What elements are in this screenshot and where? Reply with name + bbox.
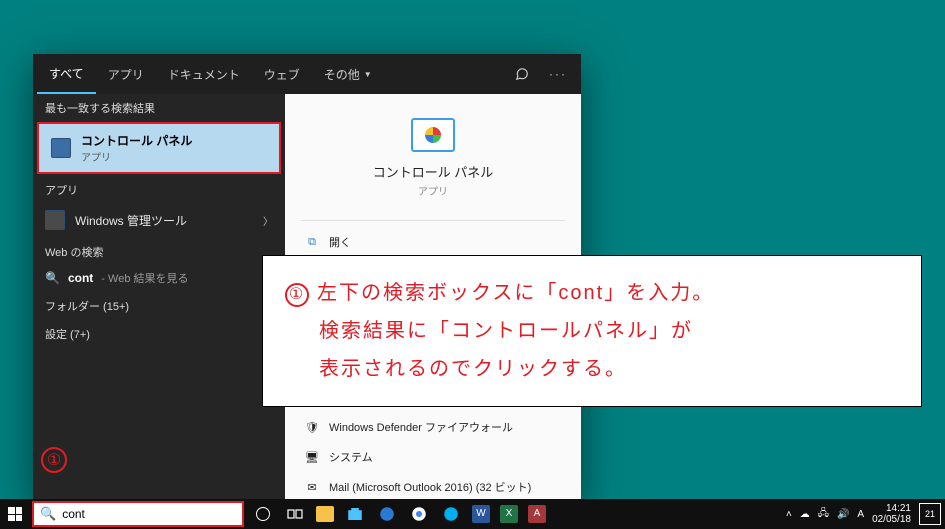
- app-result-admin-tools[interactable]: Windows 管理ツール 〉: [33, 202, 285, 238]
- tray-chevron-icon[interactable]: ˄: [786, 509, 792, 520]
- clock-date: 02/05/18: [872, 514, 911, 525]
- result-hero: コントロール パネル アプリ: [285, 94, 581, 214]
- tab-all[interactable]: すべて: [37, 54, 96, 94]
- open-icon: ⧉: [305, 235, 319, 249]
- web-section-label: Web の検索: [33, 238, 285, 264]
- open-action[interactable]: ⧉ 開く: [285, 227, 581, 257]
- divider: [301, 220, 565, 221]
- feedback-icon[interactable]: [505, 67, 539, 81]
- start-button[interactable]: [0, 499, 30, 529]
- cortana-icon[interactable]: [252, 503, 274, 525]
- pinned-excel[interactable]: X: [500, 505, 518, 523]
- search-icon: 🔍: [45, 271, 60, 285]
- network-icon[interactable]: 🖧: [818, 506, 829, 523]
- subitem-firewall[interactable]: 🛡 Windows Defender ファイアウォール: [285, 412, 581, 442]
- chevron-right-icon: 〉: [263, 213, 273, 228]
- firewall-icon: 🛡: [305, 420, 319, 434]
- windows-logo-icon: [8, 507, 22, 521]
- pinned-skype[interactable]: [440, 503, 462, 525]
- search-icon: 🔍: [40, 506, 56, 522]
- system-icon: 🖥: [305, 450, 319, 464]
- results-left-column: 最も一致する検索結果 コントロール パネル アプリ アプリ Windows 管理…: [33, 94, 285, 502]
- callout-line1: 左下の検索ボックスに「cont」を入力。: [317, 282, 714, 304]
- tab-more[interactable]: その他 ▼: [312, 54, 384, 94]
- taskbar-search-box[interactable]: 🔍 cont: [32, 501, 244, 527]
- web-query: cont: [68, 271, 93, 285]
- pinned-explorer[interactable]: [316, 506, 334, 522]
- pinned-edge[interactable]: [376, 503, 398, 525]
- taskbar-clock[interactable]: 14:21 02/05/18: [868, 503, 915, 525]
- task-view-icon[interactable]: [284, 503, 306, 525]
- result-title: コントロール パネル: [81, 132, 192, 149]
- callout-line3: 表示されるのでクリックする。: [285, 350, 899, 388]
- subitem-system[interactable]: 🖥 システム: [285, 442, 581, 472]
- task-icons: W X A: [246, 503, 552, 525]
- control-panel-icon: [51, 138, 71, 158]
- volume-icon[interactable]: 🔊: [837, 509, 849, 520]
- action-center-icon[interactable]: 21: [919, 503, 941, 525]
- pinned-chrome[interactable]: [408, 503, 430, 525]
- apps-section-label: アプリ: [33, 176, 285, 202]
- hero-title: コントロール パネル: [373, 162, 494, 181]
- search-value: cont: [62, 507, 85, 521]
- web-search-result[interactable]: 🔍 cont - Web 結果を見る 〉: [33, 264, 285, 292]
- tab-apps[interactable]: アプリ: [96, 54, 156, 94]
- action-label: Mail (Microsoft Outlook 2016) (32 ビット): [329, 479, 531, 495]
- more-options-icon[interactable]: ···: [539, 67, 577, 81]
- search-tabs: すべて アプリ ドキュメント ウェブ その他 ▼ ···: [33, 54, 581, 94]
- system-tray: ˄ ☁ 🖧 🔊 A: [782, 506, 868, 523]
- control-panel-large-icon: [411, 118, 455, 152]
- mail-icon: ✉: [305, 480, 319, 494]
- web-hint: - Web 結果を見る: [101, 270, 188, 286]
- result-subtitle: アプリ: [81, 149, 192, 164]
- clock-time: 14:21: [886, 503, 911, 514]
- hero-subtitle: アプリ: [418, 183, 448, 198]
- pinned-word[interactable]: W: [472, 505, 490, 523]
- tab-documents[interactable]: ドキュメント: [156, 54, 252, 94]
- step-number: ①: [285, 283, 309, 307]
- step-marker: ①: [41, 447, 67, 473]
- best-match-label: 最も一致する検索結果: [33, 94, 285, 120]
- onedrive-icon[interactable]: ☁: [800, 509, 810, 520]
- best-match-result[interactable]: コントロール パネル アプリ: [37, 122, 281, 174]
- action-label: Windows Defender ファイアウォール: [329, 419, 513, 435]
- admin-tools-icon: [45, 210, 65, 230]
- result-title: Windows 管理ツール: [75, 212, 187, 229]
- action-label: 開く: [329, 234, 351, 250]
- folders-category[interactable]: フォルダー (15+): [33, 292, 285, 320]
- subitem-mail[interactable]: ✉ Mail (Microsoft Outlook 2016) (32 ビット): [285, 472, 581, 502]
- instruction-callout: ①左下の検索ボックスに「cont」を入力。 検索結果に「コントロールパネル」が …: [262, 255, 922, 407]
- action-label: システム: [329, 449, 373, 465]
- ime-indicator[interactable]: A: [857, 509, 864, 520]
- chevron-down-icon: ▼: [364, 70, 372, 79]
- pinned-access[interactable]: A: [528, 505, 546, 523]
- taskbar: 🔍 cont W X A ˄ ☁ 🖧 🔊 A 14:21 02/05/18 21: [0, 499, 945, 529]
- callout-line2: 検索結果に「コントロールパネル」が: [285, 312, 899, 350]
- pinned-store[interactable]: [344, 503, 366, 525]
- settings-category[interactable]: 設定 (7+): [33, 320, 285, 348]
- tab-web[interactable]: ウェブ: [252, 54, 312, 94]
